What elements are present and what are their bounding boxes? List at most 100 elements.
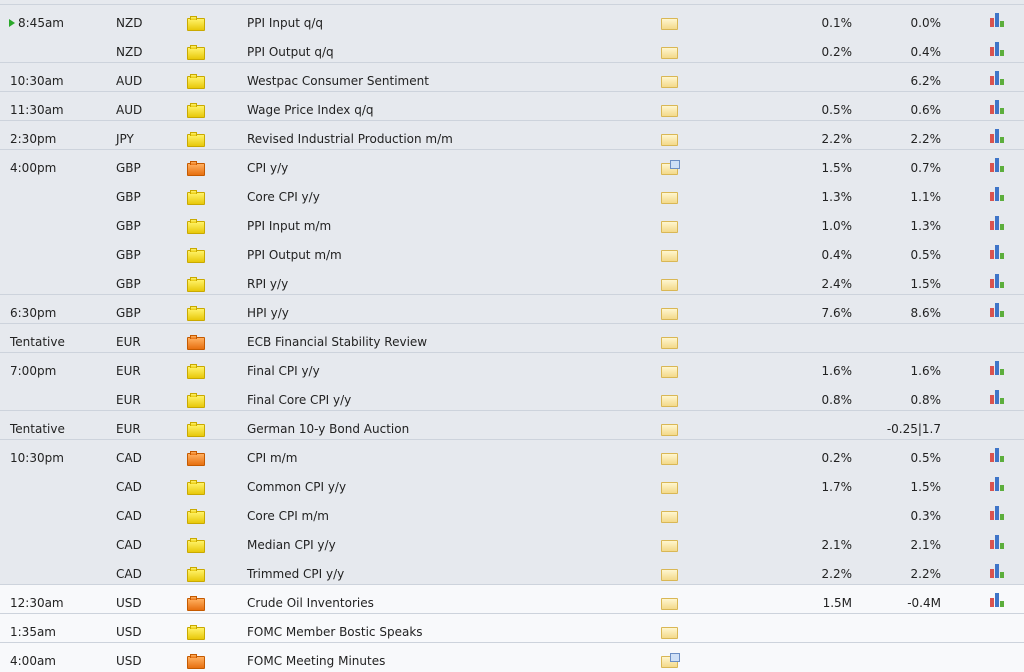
event-row[interactable]: CAD Core CPI m/m 0.3% — [0, 498, 1024, 527]
folder-icon[interactable] — [661, 250, 678, 262]
forecast-value: 2.4% — [821, 277, 853, 291]
folder-icon[interactable] — [661, 18, 678, 30]
event-title[interactable]: Core CPI m/m — [247, 509, 329, 523]
bar-chart-icon[interactable] — [990, 71, 1006, 85]
event-row[interactable]: CAD Median CPI y/y 2.1% 2.1% — [0, 527, 1024, 556]
event-row[interactable]: Tentative EUR ECB Financial Stability Revi… — [0, 324, 1024, 353]
currency: GBP — [116, 161, 141, 175]
event-title[interactable]: CPI m/m — [247, 451, 297, 465]
event-row[interactable]: 1:35am USD FOMC Member Bostic Speaks — [0, 614, 1024, 643]
event-title[interactable]: HPI y/y — [247, 306, 289, 320]
bar-chart-icon[interactable] — [990, 361, 1006, 375]
previous-value: 0.3% — [910, 509, 942, 523]
event-title[interactable]: German 10-y Bond Auction — [247, 422, 409, 436]
folder-icon[interactable] — [661, 105, 678, 117]
folder-icon[interactable] — [661, 482, 678, 494]
event-title[interactable]: PPI Output m/m — [247, 248, 342, 262]
folder-icon[interactable] — [661, 279, 678, 291]
event-title[interactable]: Trimmed CPI y/y — [247, 567, 344, 581]
event-title[interactable]: CPI y/y — [247, 161, 288, 175]
folder-icon[interactable] — [661, 540, 678, 552]
bar-chart-icon[interactable] — [990, 564, 1006, 578]
event-title[interactable]: Median CPI y/y — [247, 538, 336, 552]
previous-value: 2.2% — [910, 567, 942, 581]
forecast-value: 1.0% — [821, 219, 853, 233]
event-title[interactable]: Westpac Consumer Sentiment — [247, 74, 429, 88]
bar-chart-icon[interactable] — [990, 13, 1006, 27]
report-icon[interactable] — [661, 160, 680, 175]
event-row[interactable]: 2:30pm JPY Revised Industrial Production m… — [0, 121, 1024, 150]
event-row[interactable]: 7:00pm EUR Final CPI y/y 1.6% 1.6% — [0, 353, 1024, 382]
folder-icon[interactable] — [661, 453, 678, 465]
bar-chart-icon[interactable] — [990, 158, 1006, 172]
bar-chart-icon[interactable] — [990, 390, 1006, 404]
event-row[interactable]: 10:30pm CAD CPI m/m 0.2% 0.5% — [0, 440, 1024, 469]
event-row[interactable]: 4:00am USD FOMC Meeting Minutes — [0, 643, 1024, 672]
folder-icon[interactable] — [661, 511, 678, 523]
bar-chart-icon[interactable] — [990, 274, 1006, 288]
event-row[interactable]: 8:45am NZD PPI Input q/q 0.1% 0.0% — [0, 5, 1024, 34]
event-row[interactable]: EUR Final Core CPI y/y 0.8% 0.8% — [0, 382, 1024, 411]
folder-icon[interactable] — [661, 395, 678, 407]
forecast-value: 0.2% — [821, 451, 853, 465]
event-title[interactable]: Wage Price Index q/q — [247, 103, 373, 117]
event-title[interactable]: PPI Input m/m — [247, 219, 331, 233]
folder-icon[interactable] — [661, 308, 678, 320]
folder-icon[interactable] — [661, 424, 678, 436]
bar-chart-icon[interactable] — [990, 100, 1006, 114]
event-row[interactable]: 11:30am AUD Wage Price Index q/q 0.5% 0.6% — [0, 92, 1024, 121]
event-row[interactable]: 4:00pm GBP CPI y/y 1.5% 0.7% — [0, 150, 1024, 179]
event-title[interactable]: PPI Input q/q — [247, 16, 323, 30]
event-row[interactable]: GBP RPI y/y 2.4% 1.5% — [0, 266, 1024, 295]
event-row[interactable]: Tentative EUR German 10-y Bond Auction -0.2… — [0, 411, 1024, 440]
flag-icon — [187, 161, 205, 176]
event-title[interactable]: RPI y/y — [247, 277, 288, 291]
event-title[interactable]: FOMC Meeting Minutes — [247, 654, 385, 668]
flag-icon — [187, 16, 205, 31]
event-title[interactable]: Core CPI y/y — [247, 190, 320, 204]
event-title[interactable]: Final Core CPI y/y — [247, 393, 351, 407]
bar-chart-icon[interactable] — [990, 129, 1006, 143]
bar-chart-icon[interactable] — [990, 216, 1006, 230]
event-title[interactable]: FOMC Member Bostic Speaks — [247, 625, 423, 639]
bar-chart-icon[interactable] — [990, 593, 1006, 607]
event-row[interactable]: 6:30pm GBP HPI y/y 7.6% 8.6% — [0, 295, 1024, 324]
event-title[interactable]: ECB Financial Stability Review — [247, 335, 427, 349]
bar-chart-icon[interactable] — [990, 245, 1006, 259]
event-row[interactable]: CAD Common CPI y/y 1.7% 1.5% — [0, 469, 1024, 498]
event-row[interactable]: GBP PPI Output m/m 0.4% 0.5% — [0, 237, 1024, 266]
bar-chart-icon[interactable] — [990, 477, 1006, 491]
bar-chart-icon[interactable] — [990, 303, 1006, 317]
folder-icon[interactable] — [661, 134, 678, 146]
folder-icon[interactable] — [661, 76, 678, 88]
folder-icon[interactable] — [661, 366, 678, 378]
time-group: 8:45am NZD PPI Input q/q 0.1% 0.0% NZD PPI Out… — [0, 4, 1024, 63]
event-row[interactable]: CAD Trimmed CPI y/y 2.2% 2.2% — [0, 556, 1024, 585]
bar-chart-icon[interactable] — [990, 506, 1006, 520]
bar-chart-icon[interactable] — [990, 187, 1006, 201]
event-row[interactable]: NZD PPI Output q/q 0.2% 0.4% — [0, 34, 1024, 63]
time-group: 4:00pm GBP CPI y/y 1.5% 0.7% GBP Core CPI y/y 1… — [0, 149, 1024, 295]
flag-icon — [187, 567, 205, 582]
folder-icon[interactable] — [661, 337, 678, 349]
folder-icon[interactable] — [661, 192, 678, 204]
bar-chart-icon[interactable] — [990, 535, 1006, 549]
folder-icon[interactable] — [661, 598, 678, 610]
event-title[interactable]: Common CPI y/y — [247, 480, 346, 494]
folder-icon[interactable] — [661, 627, 678, 639]
event-title[interactable]: Crude Oil Inventories — [247, 596, 374, 610]
event-time: 12:30am — [10, 596, 64, 610]
event-row[interactable]: 10:30am AUD Westpac Consumer Sentiment 6.2% — [0, 63, 1024, 92]
folder-icon[interactable] — [661, 47, 678, 59]
event-row[interactable]: GBP Core CPI y/y 1.3% 1.1% — [0, 179, 1024, 208]
folder-icon[interactable] — [661, 221, 678, 233]
event-row[interactable]: GBP PPI Input m/m 1.0% 1.3% — [0, 208, 1024, 237]
event-title[interactable]: PPI Output q/q — [247, 45, 334, 59]
event-row[interactable]: 12:30am USD Crude Oil Inventories 1.5M -0.4M — [0, 585, 1024, 614]
event-title[interactable]: Final CPI y/y — [247, 364, 320, 378]
event-title[interactable]: Revised Industrial Production m/m — [247, 132, 453, 146]
folder-icon[interactable] — [661, 569, 678, 581]
bar-chart-icon[interactable] — [990, 42, 1006, 56]
report-icon[interactable] — [661, 653, 680, 668]
bar-chart-icon[interactable] — [990, 448, 1006, 462]
